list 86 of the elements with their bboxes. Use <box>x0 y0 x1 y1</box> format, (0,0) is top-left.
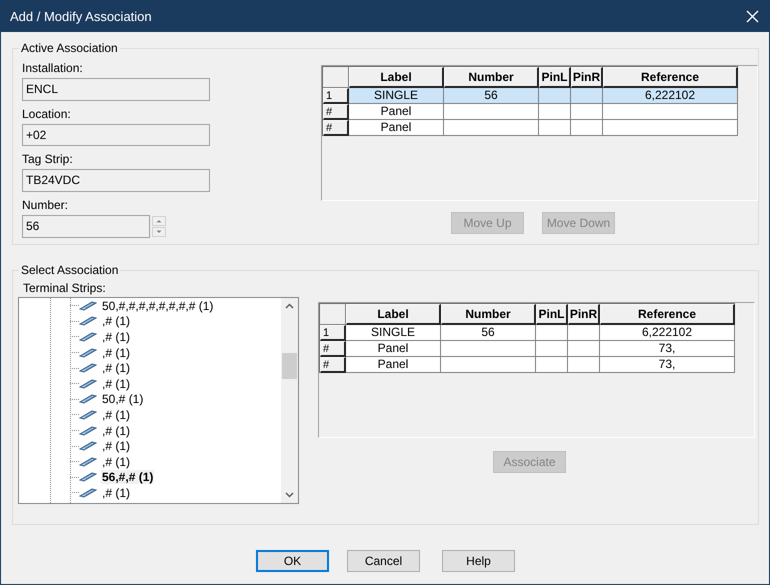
tree-connector <box>70 476 79 478</box>
column-header[interactable]: Number <box>441 304 536 325</box>
tree-connector <box>70 352 79 354</box>
table-row[interactable]: # Panel <box>323 120 738 136</box>
column-header[interactable]: PinL <box>536 304 568 325</box>
column-header[interactable]: Label <box>346 304 441 325</box>
tree-connector <box>70 430 79 432</box>
terminal-strip-icon <box>79 378 97 389</box>
terminal-strip-icon <box>79 316 97 326</box>
grid-corner <box>323 67 349 88</box>
tree-item[interactable]: ,# (1) <box>101 346 132 360</box>
terminal-strip-icon <box>79 348 97 358</box>
grid-corner <box>320 304 346 325</box>
field-label: Terminal Strips: <box>23 281 107 296</box>
column-header[interactable]: PinL <box>539 67 571 88</box>
column-header[interactable]: Reference <box>600 304 735 325</box>
table-cell: 73, <box>600 357 735 373</box>
tree-item[interactable]: ,# (1) <box>101 439 132 454</box>
terminal-strip-icon <box>79 456 97 467</box>
table-row[interactable]: # Panel 73, <box>320 341 735 357</box>
text-field[interactable]: ENCL <box>22 78 210 101</box>
row-header[interactable]: 1 <box>323 88 349 104</box>
column-header[interactable]: Number <box>444 67 539 88</box>
tree-item[interactable]: ,# (1) <box>101 454 132 469</box>
tree-connector <box>70 398 79 400</box>
tree-item[interactable]: ,# (1) <box>101 314 132 328</box>
tree-connector <box>70 414 79 416</box>
tree-item[interactable]: ,# (1) <box>101 424 132 438</box>
tree-connector <box>70 305 79 306</box>
tree-connector <box>70 446 79 447</box>
number-field[interactable]: 56 <box>22 215 150 238</box>
field-label: Number: <box>22 198 70 214</box>
column-header[interactable]: PinR <box>568 304 600 325</box>
association-grid[interactable]: Label Number PinL PinR Reference 1 SINGLE 56 6,222102 # Panel # Panel <box>321 65 758 201</box>
field-label: Tag Strip: <box>22 152 74 168</box>
text-field[interactable]: +02 <box>22 124 210 146</box>
row-header[interactable]: # <box>320 341 346 357</box>
terminal-strip-icon <box>79 394 97 404</box>
tree-item[interactable]: ,# (1) <box>101 361 132 376</box>
terminal-strip-icon <box>79 488 97 498</box>
column-header[interactable]: Reference <box>603 67 738 88</box>
tree-item[interactable]: ,# (1) <box>101 330 132 344</box>
tree-connector <box>70 320 79 322</box>
column-header[interactable]: Label <box>349 67 444 88</box>
terminal-strip-icon <box>79 300 97 311</box>
tree-item[interactable]: ,# (1) <box>101 408 132 422</box>
terminal-strip-icon <box>79 363 97 374</box>
table-cell: Panel <box>346 357 441 373</box>
terminal-strip-icon <box>79 472 97 482</box>
row-header[interactable]: # <box>323 104 349 120</box>
tree-item[interactable]: ,# (1) <box>101 486 132 500</box>
terminal-strip-icon <box>79 441 97 452</box>
column-header[interactable]: PinR <box>571 67 603 88</box>
terminal-strip-icon <box>79 426 97 436</box>
table-row[interactable]: # Panel <box>323 104 738 120</box>
table-row[interactable]: 1 SINGLE 56 6,222102 <box>323 88 738 104</box>
terminal-strip-tree[interactable]: 50,#,#,#,#,#,#,#,# (1) ,# (1) ,# (1) ,# (1) ,# (1) ,# (1) 50,# (1) ,# (1) ,# (1) ,# (1) ,# (1) 56,#,# (1) ,# (1) <box>18 297 299 504</box>
tree-connector <box>70 368 79 369</box>
terminal-strip-icon <box>79 410 97 420</box>
text-field[interactable]: TB24VDC <box>22 169 210 192</box>
tree-connector <box>70 336 79 338</box>
field-label: Location: <box>22 106 72 122</box>
tree-item[interactable]: 50,# (1) <box>101 392 144 406</box>
tree-connector <box>70 492 79 494</box>
row-header[interactable]: # <box>323 120 349 136</box>
terminal-strip-icon <box>79 332 97 342</box>
dialog-button[interactable]: Help <box>442 550 515 572</box>
spin-down-icon[interactable] <box>152 227 166 238</box>
field-label: Installation: <box>22 61 84 76</box>
tree-connector <box>70 383 79 384</box>
table-row[interactable]: 1 SINGLE 56 6,222102 <box>320 325 735 341</box>
close-icon[interactable] <box>746 10 759 23</box>
tree-item[interactable]: 50,#,#,#,#,#,#,#,# (1) <box>101 298 214 313</box>
row-header[interactable]: 1 <box>320 325 346 341</box>
row-header[interactable]: # <box>320 357 346 373</box>
window-title: Add / Modify Association <box>10 9 152 24</box>
association-grid[interactable]: Label Number PinL PinR Reference 1 SINGLE 56 6,222102 # Panel 73, # Panel 73, <box>318 302 755 438</box>
scroll-thumb[interactable] <box>282 353 297 379</box>
spin-up-icon[interactable] <box>152 216 166 226</box>
tree-item[interactable]: 56,#,# (1) <box>101 470 154 484</box>
tree-item[interactable]: ,# (1) <box>101 376 132 391</box>
table-row[interactable]: # Panel 73, <box>320 357 735 373</box>
table-cell: Panel <box>349 120 444 136</box>
dialog-button[interactable]: Cancel <box>347 550 420 572</box>
dialog-button[interactable]: OK <box>256 550 329 572</box>
tree-connector <box>70 461 79 462</box>
